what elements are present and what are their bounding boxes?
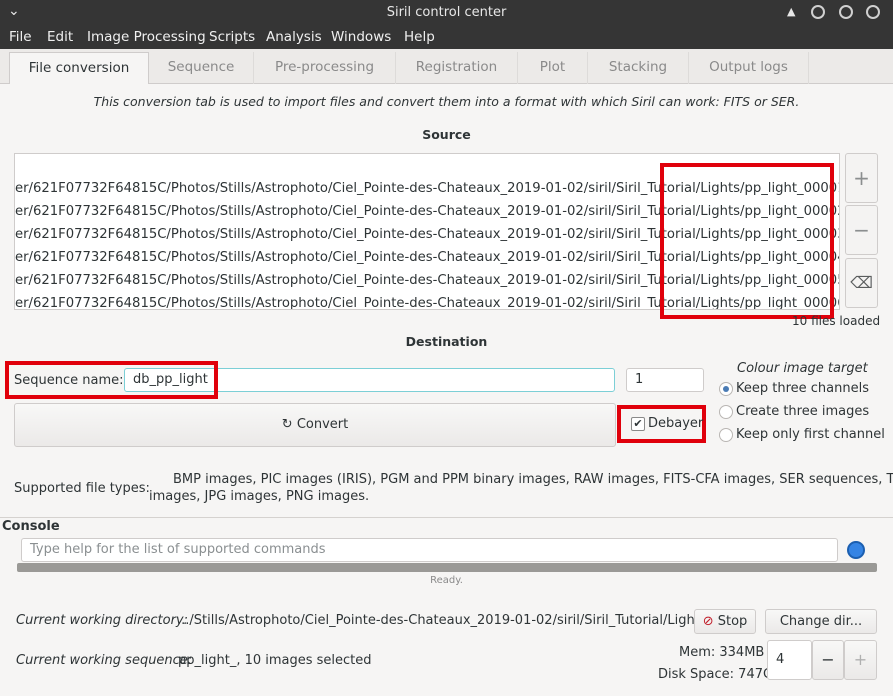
menu-analysis[interactable]: Analysis [266,29,322,45]
clear-icon: ⌫ [850,273,873,292]
debayer-label[interactable]: Debayer [648,416,703,431]
colour-target-title: Colour image target [737,361,868,376]
stop-label: Stop [717,614,748,629]
menu-bar: File Edit Image Processing Scripts Analy… [0,27,893,49]
shade-icon[interactable]: ▲ [787,5,795,18]
threads-increase-button[interactable]: + [844,640,877,680]
tab-file-conversion[interactable]: File conversion [9,52,149,84]
notebook-tabs: File conversion Sequence Pre-processing … [0,49,893,84]
create-three-images-radio[interactable] [719,405,733,419]
convert-button[interactable]: ↻ Convert [14,403,616,447]
minimize-button[interactable] [811,5,825,19]
progress-bar [17,563,877,572]
add-files-button[interactable]: + [845,153,878,203]
start-index-input[interactable]: 1 [626,368,704,392]
tab-registration[interactable]: Registration [396,52,518,84]
change-dir-button[interactable]: Change dir... [765,609,877,634]
conversion-info-text: This conversion tab is used to import fi… [93,94,800,109]
close-button[interactable] [866,5,880,19]
clear-files-button[interactable]: ⌫ [845,258,878,308]
convert-label: Convert [296,417,349,432]
tab-pre-processing[interactable]: Pre-processing [254,52,396,84]
disk-space: Disk Space: 747G [658,667,774,682]
create-three-images-label[interactable]: Create three images [736,404,869,419]
menu-help[interactable]: Help [404,29,435,45]
status-text: Ready. [430,575,463,586]
tab-output-logs[interactable]: Output logs [689,52,809,84]
destination-title: Destination [405,334,488,349]
menu-image-processing[interactable]: Image Processing [87,29,206,45]
keep-three-channels-radio[interactable] [719,382,733,396]
menu-scripts[interactable]: Scripts [209,29,255,45]
minus-icon: − [853,218,870,242]
stop-icon: ⊘ [702,614,714,629]
threads-decrease-button[interactable]: − [812,640,844,680]
file-list-highlight-box [660,163,834,319]
title-bar: ⌄ Siril control center ▲ [0,0,893,27]
stop-button[interactable]: ⊘ Stop [694,609,756,634]
files-loaded-count: 10 files loaded [792,314,881,328]
maximize-button[interactable] [839,5,853,19]
window-title: Siril control center [386,5,507,20]
console-separator [0,517,893,518]
cws-label: Current working sequence: [16,653,193,668]
command-input[interactable]: Type help for the list of supported comm… [21,538,838,562]
tab-stacking[interactable]: Stacking [588,52,689,84]
threads-spin-input[interactable]: 4 [767,640,812,680]
cws-value: pp_light_, 10 images selected [178,653,372,668]
help-lifebuoy-icon[interactable] [847,541,865,559]
plus-icon: + [853,166,870,190]
cwd-value: .../Stills/Astrophoto/Ciel_Pointe-des-Ch… [177,613,707,628]
keep-three-channels-label[interactable]: Keep three channels [736,381,869,396]
tab-sequence[interactable]: Sequence [149,52,254,84]
source-title: Source [422,127,471,142]
sequence-name-highlight-box [5,361,218,399]
refresh-icon: ↻ [281,417,293,432]
menu-windows[interactable]: Windows [331,29,391,45]
menu-file[interactable]: File [9,29,32,45]
cwd-label: Current working directory: [16,613,188,628]
console-title: Console [2,519,60,534]
debayer-checkbox[interactable]: ✔ [631,417,645,431]
supported-types-line-2: images, JPG images, PNG images. [149,489,370,504]
keep-first-channel-radio[interactable] [719,428,733,442]
tab-plot[interactable]: Plot [518,52,588,84]
menu-edit[interactable]: Edit [47,29,73,45]
memory-usage: Mem: 334MB [679,645,765,660]
remove-files-button[interactable]: − [845,205,878,255]
keep-first-channel-label[interactable]: Keep only first channel [736,427,885,442]
supported-types-line-1: BMP images, PIC images (IRIS), PGM and P… [173,472,893,487]
supported-types-label: Supported file types: [14,481,150,496]
